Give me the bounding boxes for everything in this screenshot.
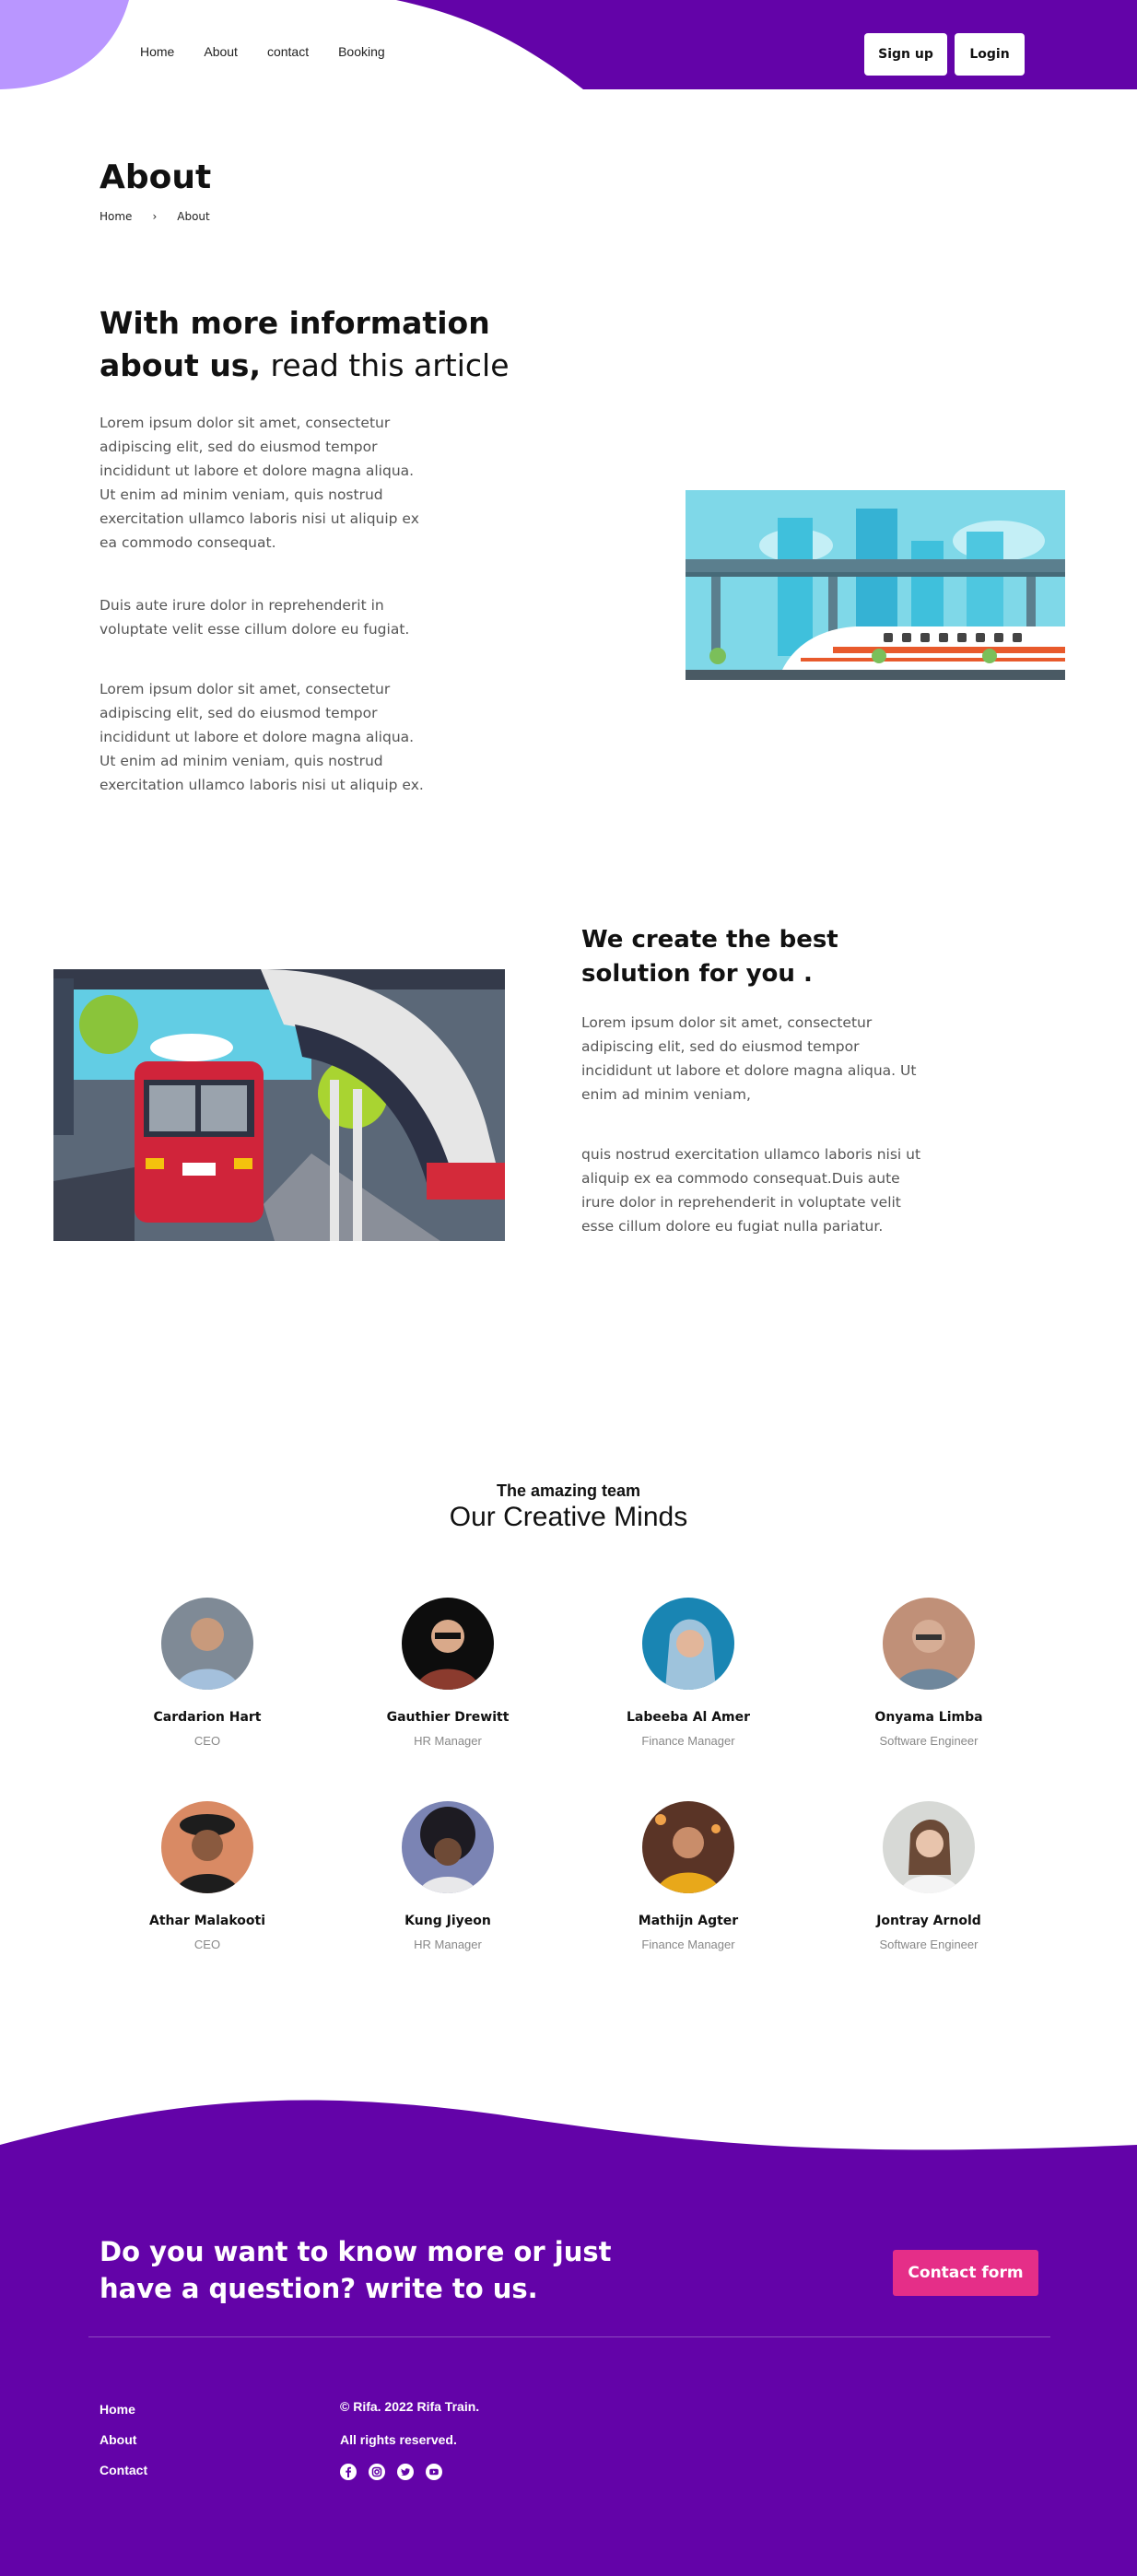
page-title: About [100,158,212,196]
member-name: Onyama Limba [874,1710,983,1725]
member-name: Gauthier Drewitt [386,1710,510,1725]
member-role: CEO [193,1938,221,1951]
avatar [883,1801,975,1893]
footer-about-link[interactable]: About [100,2432,147,2447]
member-role: Software Engineer [879,1734,979,1748]
member-role: Finance Manager [641,1734,735,1748]
footer-copyright: © Rifa. 2022 Rifa Train. [340,2399,480,2414]
footer-contact-link[interactable]: Contact [100,2463,147,2477]
nav-home-link[interactable]: Home [140,44,174,59]
member-name: Mathijn Agter [638,1914,739,1928]
about-paragraph-2: Duis aute irure dolor in reprehenderit i… [100,597,410,638]
facebook-icon[interactable] [340,2464,357,2480]
avatar [161,1801,253,1893]
youtube-icon[interactable] [426,2464,442,2480]
team-member-card: Jontray Arnold Software Engineer [827,1801,1030,1951]
team-member-card: Cardarion Hart CEO [106,1598,309,1748]
avatar [883,1598,975,1690]
footer-links: Home About Contact [100,2402,147,2477]
team-member-card: Labeeba Al Amer Finance Manager [587,1598,790,1748]
member-role: Software Engineer [879,1938,979,1951]
nav-contact-link[interactable]: contact [267,44,309,59]
twitter-icon[interactable] [397,2464,414,2480]
member-name: Cardarion Hart [153,1710,262,1725]
avatar [161,1598,253,1690]
about-paragraph-1: Lorem ipsum dolor sit amet, consectetur … [100,415,419,551]
footer-cta-heading: Do you want to know more or just have a … [100,2236,612,2304]
solution-heading: We create the best solution for you . [581,923,950,991]
team-member-card: Mathijn Agter Finance Manager [587,1801,790,1951]
footer-rights: All rights reserved. [340,2432,457,2447]
solution-heading-bold: We create the best [581,926,838,954]
main-nav: Home About contact Booking [140,44,415,59]
team-kicker: The amazing team [496,1481,641,1500]
solution-heading-light: solution for you . [581,960,813,988]
contact-form-button[interactable]: Contact form [893,2250,1038,2296]
city-train-illustration [686,490,1065,680]
about-heading-light: read this article [261,347,510,383]
breadcrumb-current: About [177,210,210,223]
social-links [340,2464,442,2480]
login-button[interactable]: Login [955,33,1025,76]
member-role: HR Manager [414,1938,482,1951]
station-train-illustration [53,969,505,1241]
team-member-card: Onyama Limba Software Engineer [827,1598,1030,1748]
nav-booking-link[interactable]: Booking [338,44,385,59]
breadcrumb-separator-icon: › [152,210,158,223]
team-member-card: Kung Jiyeon HR Manager [346,1801,549,1951]
avatar [642,1801,734,1893]
instagram-icon[interactable] [369,2464,385,2480]
member-role: Finance Manager [641,1938,735,1951]
avatar [402,1801,494,1893]
team-member-card: Athar Malakooti CEO [106,1801,309,1951]
member-name: Jontray Arnold [876,1914,981,1928]
avatar [642,1598,734,1690]
member-role: HR Manager [414,1734,482,1748]
member-role: CEO [193,1734,221,1748]
about-paragraph-3: Lorem ipsum dolor sit amet, consectetur … [100,681,424,793]
member-name: Athar Malakooti [148,1914,265,1928]
footer-home-link[interactable]: Home [100,2402,147,2417]
signup-button[interactable]: Sign up [864,33,947,76]
breadcrumb: Home › About [100,210,210,223]
member-name: Labeeba Al Amer [626,1710,751,1725]
auth-buttons: Sign up Login [864,33,1025,76]
team-title: Our Creative Minds [449,1502,688,1532]
solution-paragraph-2: quis nostrud exercitation ullamco labori… [581,1146,921,1235]
breadcrumb-home-link[interactable]: Home [100,210,132,223]
nav-about-link[interactable]: About [204,44,238,59]
avatar [402,1598,494,1690]
team-member-card: Gauthier Drewitt HR Manager [346,1598,549,1748]
footer-divider [88,2336,1050,2337]
about-heading: With more information about us, read thi… [100,302,579,387]
footer-background [0,2100,1137,2576]
solution-paragraph-1: Lorem ipsum dolor sit amet, consectetur … [581,1014,917,1103]
member-name: Kung Jiyeon [404,1914,491,1928]
